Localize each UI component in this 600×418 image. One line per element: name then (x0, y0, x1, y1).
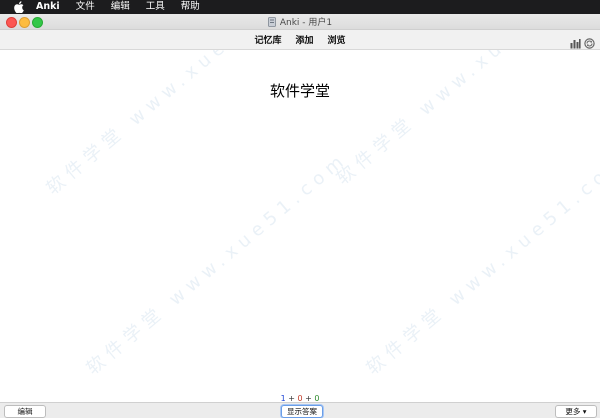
menu-edit[interactable]: 编辑 (111, 0, 130, 14)
menu-help[interactable]: 帮助 (181, 0, 200, 14)
main-toolbar: 记忆库 添加 浏览 (0, 30, 600, 50)
card-question: 软件学堂 (269, 82, 330, 100)
watermark-text: 软件学堂 www.xue51.com (42, 50, 313, 200)
menu-app-anki[interactable]: Anki (36, 0, 60, 14)
apple-icon[interactable] (13, 1, 24, 13)
stats-icon[interactable] (570, 34, 581, 49)
sync-icon[interactable] (584, 34, 595, 49)
screen: Anki 文件 编辑 工具 帮助 Anki - 用户1 记忆库 添加 浏览 软件… (0, 0, 600, 418)
toolbar-links: 记忆库 添加 浏览 (0, 30, 600, 49)
edit-button[interactable]: 编辑 (4, 405, 46, 418)
window-title: Anki - 用户1 (0, 14, 600, 29)
anki-window: Anki - 用户1 记忆库 添加 浏览 软件学堂 www.xue51.com … (0, 14, 600, 418)
document-icon (267, 16, 276, 27)
menu-tools[interactable]: 工具 (146, 0, 165, 14)
toolbar-add-link[interactable]: 添加 (295, 33, 313, 46)
toolbar-decks-link[interactable]: 记忆库 (254, 33, 281, 46)
review-area: 软件学堂 www.xue51.com 软件学堂 www.xue51.com 软件… (0, 50, 600, 402)
title-bar[interactable]: Anki - 用户1 (0, 14, 600, 30)
watermark-text: 软件学堂 www.xue51.com (82, 148, 353, 380)
watermark-text: 软件学堂 www.xue51.com (332, 50, 600, 190)
bottom-bar: 编辑 显示答案 更多 ▾ (0, 402, 600, 418)
toolbar-browse-link[interactable]: 浏览 (328, 33, 346, 46)
menu-file[interactable]: 文件 (76, 0, 95, 14)
menu-bar: Anki 文件 编辑 工具 帮助 (0, 0, 600, 14)
watermark-text: 软件学堂 www.xue51.com (362, 148, 600, 380)
more-button[interactable]: 更多 ▾ (555, 405, 597, 418)
window-title-text: Anki - 用户1 (279, 18, 333, 28)
show-answer-button[interactable]: 显示答案 (281, 405, 323, 418)
